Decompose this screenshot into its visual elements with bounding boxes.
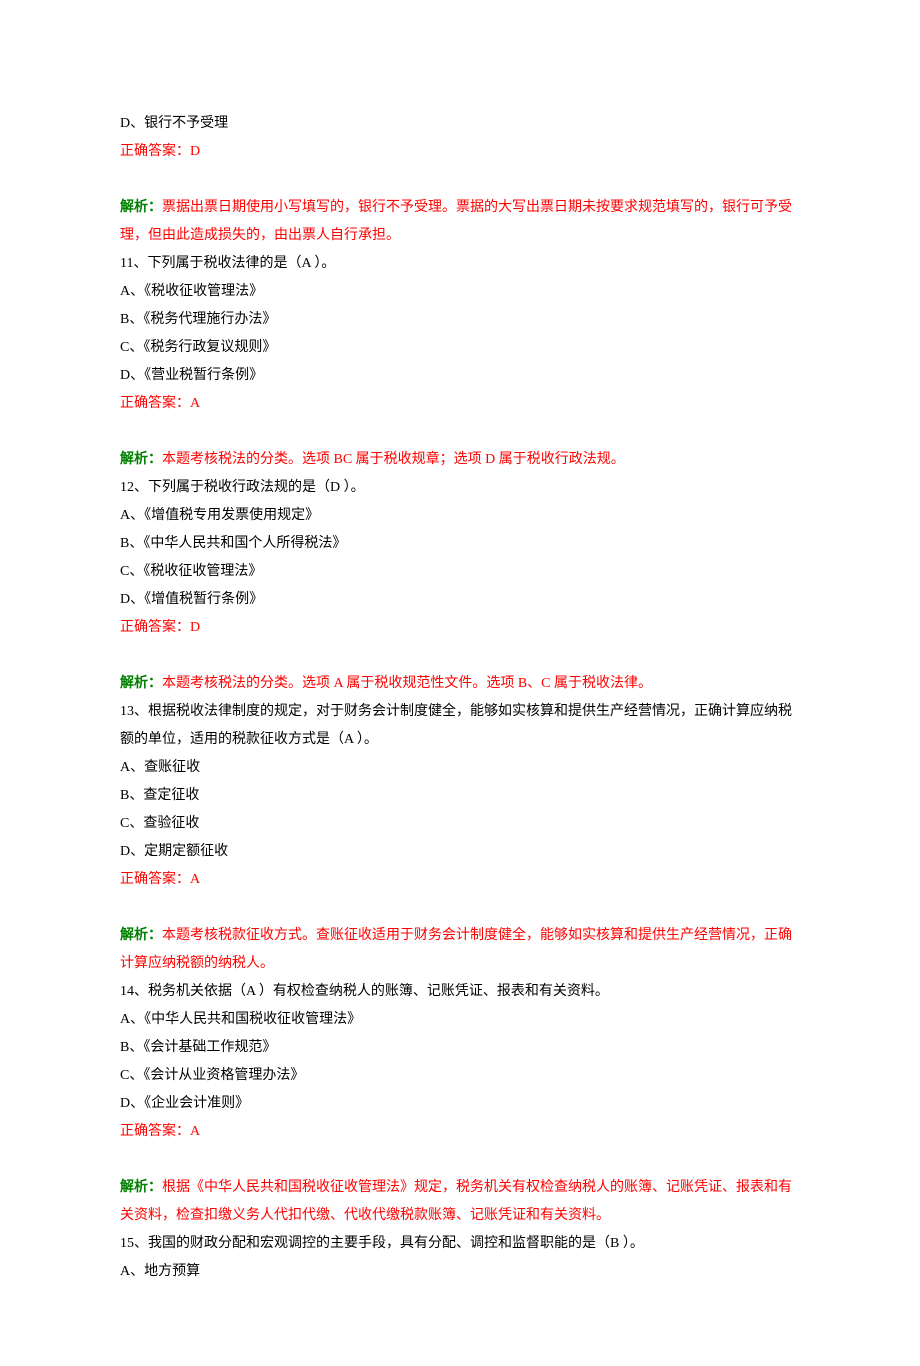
q13-option-a: A、查账征收 (120, 754, 800, 782)
q10-answer: 正确答案：D (120, 138, 800, 166)
explanation-text: 根据《中华人民共和国税收征收管理法》规定，税务机关有权检查纳税人的账簿、记账凭证… (120, 1180, 792, 1223)
q10-option-d: D、银行不予受理 (120, 110, 800, 138)
q14-option-a: A、《中华人民共和国税收征收管理法》 (120, 1006, 800, 1034)
q11-option-b: B、《税务代理施行办法》 (120, 306, 800, 334)
spacer (120, 1146, 800, 1174)
q11-option-a: A、《税收征收管理法》 (120, 278, 800, 306)
q13-option-d: D、定期定额征收 (120, 838, 800, 866)
q12-answer: 正确答案：D (120, 614, 800, 642)
explanation-text: 本题考核税法的分类。选项 A 属于税收规范性文件。选项 B、C 属于税收法律。 (162, 676, 652, 691)
q12-option-d: D、《增值税暂行条例》 (120, 586, 800, 614)
explanation-label: 解析： (120, 452, 162, 467)
q14-option-b: B、《会计基础工作规范》 (120, 1034, 800, 1062)
q13-explanation: 解析：本题考核税款征收方式。查账征收适用于财务会计制度健全，能够如实核算和提供生… (120, 922, 800, 978)
q11-explanation: 解析：本题考核税法的分类。选项 BC 属于税收规章；选项 D 属于税收行政法规。 (120, 446, 800, 474)
q10-explanation: 解析：票据出票日期使用小写填写的，银行不予受理。票据的大写出票日期未按要求规范填… (120, 194, 800, 250)
q11-answer: 正确答案：A (120, 390, 800, 418)
spacer (120, 418, 800, 446)
explanation-text: 本题考核税法的分类。选项 BC 属于税收规章；选项 D 属于税收行政法规。 (162, 452, 625, 467)
q13-answer: 正确答案：A (120, 866, 800, 894)
q12-option-c: C、《税收征收管理法》 (120, 558, 800, 586)
q14-answer: 正确答案：A (120, 1118, 800, 1146)
explanation-label: 解析： (120, 200, 162, 215)
q11-option-d: D、《营业税暂行条例》 (120, 362, 800, 390)
q13-stem: 13、根据税收法律制度的规定，对于财务会计制度健全，能够如实核算和提供生产经营情… (120, 698, 800, 754)
q14-explanation: 解析：根据《中华人民共和国税收征收管理法》规定，税务机关有权检查纳税人的账簿、记… (120, 1174, 800, 1230)
q15-option-a: A、地方预算 (120, 1258, 800, 1286)
explanation-label: 解析： (120, 928, 162, 943)
spacer (120, 642, 800, 670)
q11-option-c: C、《税务行政复议规则》 (120, 334, 800, 362)
q12-option-b: B、《中华人民共和国个人所得税法》 (120, 530, 800, 558)
document-page: D、银行不予受理 正确答案：D 解析：票据出票日期使用小写填写的，银行不予受理。… (0, 0, 920, 1366)
q11-stem: 11、下列属于税收法律的是（A ）。 (120, 250, 800, 278)
explanation-text: 本题考核税款征收方式。查账征收适用于财务会计制度健全，能够如实核算和提供生产经营… (120, 928, 792, 971)
explanation-label: 解析： (120, 1180, 162, 1195)
q12-option-a: A、《增值税专用发票使用规定》 (120, 502, 800, 530)
spacer (120, 894, 800, 922)
explanation-text: 票据出票日期使用小写填写的，银行不予受理。票据的大写出票日期未按要求规范填写的，… (120, 200, 792, 243)
q14-option-d: D、《企业会计准则》 (120, 1090, 800, 1118)
q14-option-c: C、《会计从业资格管理办法》 (120, 1062, 800, 1090)
explanation-label: 解析： (120, 676, 162, 691)
q13-option-b: B、查定征收 (120, 782, 800, 810)
q13-option-c: C、查验征收 (120, 810, 800, 838)
spacer (120, 166, 800, 194)
q12-stem: 12、下列属于税收行政法规的是（D ）。 (120, 474, 800, 502)
q15-stem: 15、我国的财政分配和宏观调控的主要手段，具有分配、调控和监督职能的是（B ）。 (120, 1230, 800, 1258)
q14-stem: 14、税务机关依据（A ）有权检查纳税人的账簿、记账凭证、报表和有关资料。 (120, 978, 800, 1006)
q12-explanation: 解析：本题考核税法的分类。选项 A 属于税收规范性文件。选项 B、C 属于税收法… (120, 670, 800, 698)
